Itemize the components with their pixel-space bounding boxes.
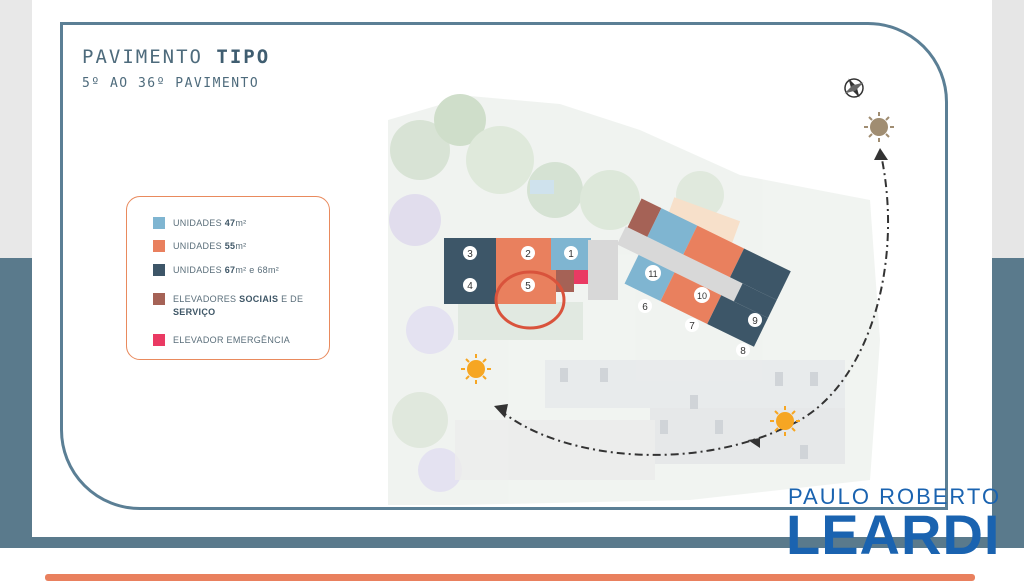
page-title: PAVIMENTO TIPO — [82, 46, 270, 68]
unit-label-3: 3 — [467, 249, 473, 260]
legend-swatch-brown — [153, 293, 165, 305]
legend-item-elevators: ELEVADORES SOCIAIS E DE SERVIÇO — [153, 293, 303, 319]
legend-item-55: UNIDADES 55m² — [153, 240, 246, 253]
background-bottom-bar — [45, 574, 975, 581]
unit-label-7: 7 — [689, 321, 695, 332]
unit-label-9: 9 — [752, 316, 758, 327]
unit-label-1: 1 — [568, 249, 574, 260]
legend-item-67-68: UNIDADES 67m² e 68m² — [153, 264, 279, 277]
legend-box: UNIDADES 47m² UNIDADES 55m² UNIDADES 67m… — [126, 196, 330, 360]
unit-label-2: 2 — [525, 249, 531, 260]
unit-label-10: 10 — [697, 291, 707, 301]
page-subtitle: 5º AO 36º PAVIMENTO — [82, 76, 260, 91]
unit-label-4: 4 — [467, 281, 473, 292]
legend-swatch-light-blue — [153, 217, 165, 229]
title-main: PAVIMENTO — [82, 46, 203, 68]
legend-swatch-pink — [153, 334, 165, 346]
legend-label: UNIDADES 67m² e 68m² — [173, 265, 280, 275]
legend-label: UNIDADES 55m² — [173, 241, 247, 251]
legend-label: ELEVADOR EMERGÊNCIA — [173, 335, 291, 345]
legend-item-emergency: ELEVADOR EMERGÊNCIA — [153, 334, 290, 347]
legend-label: ELEVADORES SOCIAIS E DE SERVIÇO — [173, 294, 304, 317]
watermark-line2: LEARDI — [786, 503, 1001, 566]
unit-label-5: 5 — [525, 281, 531, 292]
unit-label-8: 8 — [740, 346, 746, 357]
title-bold: TIPO — [216, 46, 271, 68]
legend-swatch-orange — [153, 240, 165, 252]
legend-label: UNIDADES 47m² — [173, 218, 247, 228]
unit-label-6: 6 — [642, 302, 648, 313]
legend-swatch-dark-blue — [153, 264, 165, 276]
unit-label-11: 11 — [648, 269, 657, 279]
legend-item-47: UNIDADES 47m² — [153, 217, 246, 230]
